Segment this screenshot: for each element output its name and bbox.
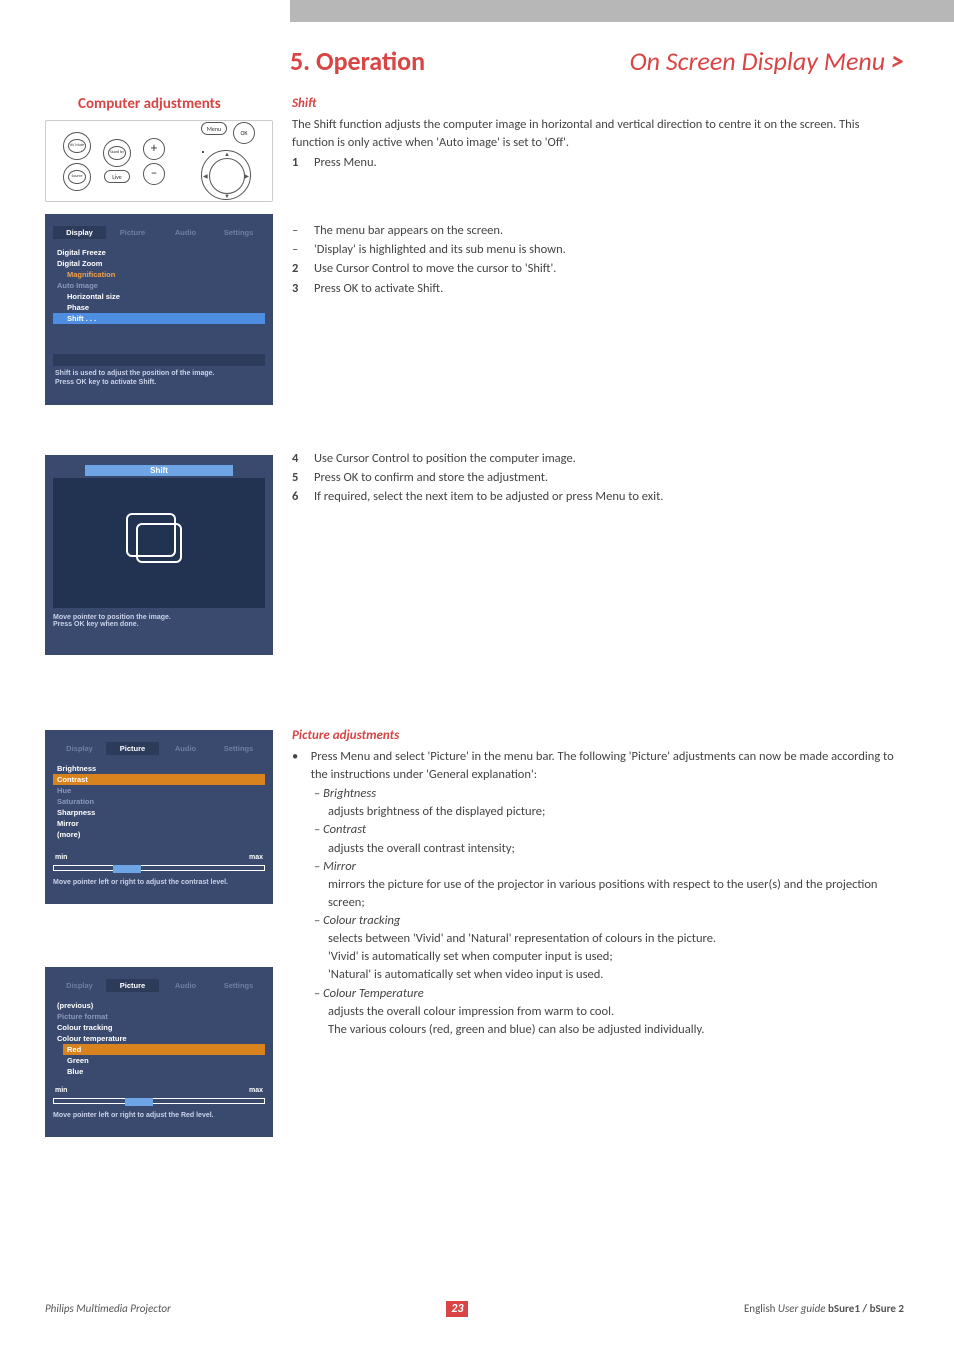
osd-panel-display-shift: Display Picture Audio Settings Digital F… bbox=[45, 214, 273, 405]
footer-right: English User guide bSure1 / bSure 2 bbox=[744, 1302, 904, 1315]
contrast-slider bbox=[53, 865, 265, 871]
sidebar-title: Computer adjustments bbox=[78, 95, 221, 113]
remote-btn-ok: OK bbox=[233, 122, 255, 144]
page-footer: Philips Multimedia Projector 23 English … bbox=[45, 1301, 904, 1317]
remote-btn-live: Live bbox=[104, 170, 130, 183]
section-title-left: 5. Operation bbox=[290, 45, 425, 77]
osd-tab-settings: Settings bbox=[212, 226, 265, 239]
osd-help-text: Move pointer left or right to adjust the… bbox=[45, 875, 273, 890]
osd-help-text: Move pointer left or right to adjust the… bbox=[45, 1108, 273, 1123]
slider-max-label: max bbox=[249, 854, 263, 861]
osd-tab-display: Display bbox=[53, 226, 106, 239]
remote-dpad: ▲▼◀▶ bbox=[201, 150, 251, 200]
osd-panel-picture-red: Display Picture Audio Settings (previous… bbox=[45, 967, 273, 1137]
remote-btn-avmute: AV Mute bbox=[68, 139, 86, 153]
osd-help-text: Shift is used to adjust the position of … bbox=[53, 354, 265, 387]
shift-position-icon bbox=[136, 523, 182, 563]
header-gray-band bbox=[290, 0, 954, 22]
shift-heading: Shift bbox=[292, 95, 904, 114]
osd-tab-audio: Audio bbox=[159, 226, 212, 239]
remote-btn-menu: Menu bbox=[201, 122, 227, 135]
picture-heading: Picture adjustments bbox=[292, 727, 904, 746]
osd-menu-list: Digital Freeze Digital Zoom Magnificatio… bbox=[45, 247, 273, 324]
osd-panel-shift-positioning: Shift Move pointer to position the image… bbox=[45, 455, 273, 655]
osd-tab-picture: Picture bbox=[106, 226, 159, 239]
main-content: Shift The Shift function adjusts the com… bbox=[292, 95, 904, 1039]
osd-panel-picture-contrast: Display Picture Audio Settings Brightnes… bbox=[45, 730, 273, 904]
page-number: 23 bbox=[446, 1301, 468, 1317]
remote-btn-source: Source bbox=[68, 170, 86, 184]
shift-help-text: Move pointer to position the image. Pres… bbox=[45, 610, 273, 632]
remote-btn-standby: Stand by bbox=[108, 146, 126, 160]
footer-product: Philips Multimedia Projector bbox=[45, 1302, 171, 1315]
remote-btn-plus: + bbox=[151, 141, 157, 156]
remote-btn-minus: – bbox=[151, 166, 157, 181]
remote-control-illustration: AV Mute Source Stand by Live + – Menu OK… bbox=[45, 120, 273, 202]
section-header: 5. Operation On Screen Display Menu > bbox=[0, 45, 904, 77]
red-slider bbox=[53, 1098, 265, 1104]
section-title-right: On Screen Display Menu > bbox=[630, 45, 904, 77]
shift-preview-box bbox=[53, 478, 265, 608]
shift-intro: The Shift function adjusts the computer … bbox=[292, 116, 904, 152]
shift-title-bar: Shift bbox=[85, 465, 233, 476]
slider-min-label: min bbox=[55, 854, 67, 861]
